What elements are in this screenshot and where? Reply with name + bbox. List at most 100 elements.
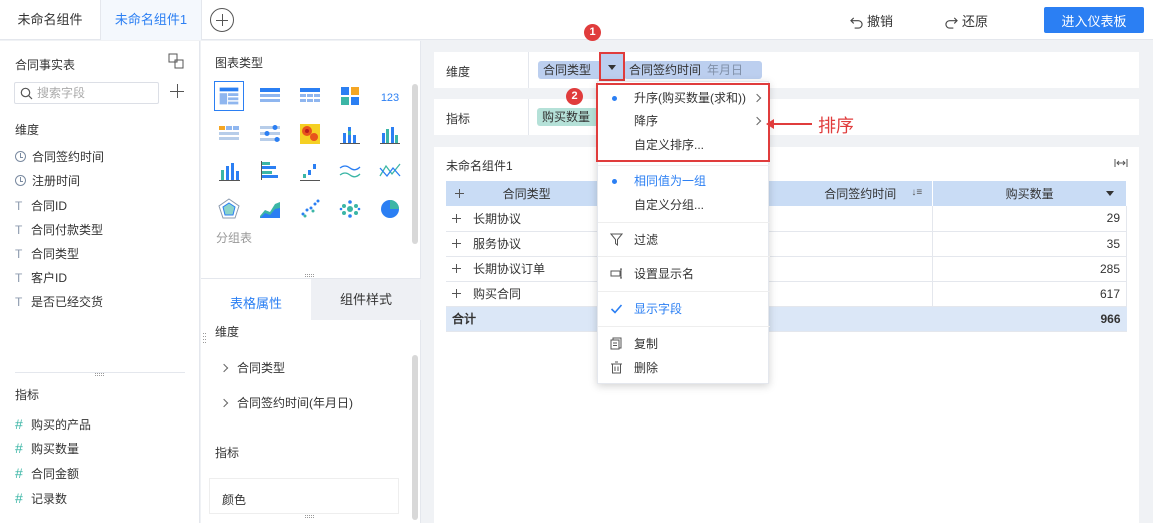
indicator-field[interactable]: # 购买的产品: [15, 414, 91, 434]
chart-type-scrollbar[interactable]: [412, 84, 418, 244]
polyline-chart-icon[interactable]: [375, 156, 405, 186]
copy-icon: [610, 337, 622, 350]
enter-dashboard-button[interactable]: 进入仪表板: [1044, 7, 1144, 33]
grouped-table-icon[interactable]: [214, 81, 244, 111]
menu-item-show-field[interactable]: 显示字段: [598, 297, 770, 321]
expand-row-icon[interactable]: [452, 264, 461, 273]
zone-separator: [528, 99, 529, 135]
switch-table-icon[interactable]: [168, 53, 184, 69]
area-chart-icon[interactable]: [255, 194, 285, 224]
detail-table-icon[interactable]: [255, 81, 285, 111]
menu-item-custom-group[interactable]: 自定义分组...: [598, 193, 770, 217]
expand-all-icon[interactable]: [455, 189, 464, 198]
stacked-bar-icon[interactable]: [335, 119, 365, 149]
bar-chart-icon[interactable]: [214, 156, 244, 186]
dimension-chip-sign-date[interactable]: 合同签约时间 年月日: [624, 61, 762, 79]
table-row: 购买合同 617: [446, 281, 1127, 307]
search-icon: [20, 87, 33, 100]
bubble-chart-icon[interactable]: [335, 194, 365, 224]
chart-type-panel: 图表类型 123 分组表 表格属性 组件样式 维度 合同类型 合同签约时间(年月…: [201, 41, 421, 523]
pie-chart-icon[interactable]: [375, 194, 405, 224]
color-setting-box[interactable]: 颜色: [209, 478, 399, 514]
dimension-drop-zone[interactable]: 维度 合同类型 合同签约时间 年月日: [434, 52, 1139, 88]
menu-item-delete[interactable]: 删除: [598, 356, 770, 380]
dimension-field[interactable]: 注册时间: [15, 171, 80, 191]
text-type-icon: T: [15, 295, 23, 309]
color-table-icon[interactable]: [335, 81, 365, 111]
resize-handle-icon[interactable]: [203, 333, 207, 345]
indicator-field[interactable]: # 合同金额: [15, 463, 79, 483]
undo-button[interactable]: 撤销: [850, 11, 893, 30]
property-scrollbar[interactable]: [412, 355, 418, 520]
dimension-field[interactable]: T 合同ID: [15, 196, 67, 216]
expand-width-icon[interactable]: [1114, 157, 1128, 169]
table-row: 服务协议 35: [446, 231, 1127, 257]
tab-component-0[interactable]: 未命名组件: [0, 0, 100, 40]
radar-chart-icon[interactable]: [214, 194, 244, 224]
field-search-input[interactable]: [37, 85, 155, 101]
indicator-drop-zone[interactable]: 指标 购买数量: [434, 99, 1139, 135]
cross-table-icon[interactable]: [295, 81, 325, 111]
dimension-field[interactable]: T 客户ID: [15, 268, 67, 288]
dimension-field[interactable]: T 合同付款类型: [15, 220, 103, 240]
tab-component-style[interactable]: 组件样式: [311, 279, 421, 320]
number-kpi-icon[interactable]: 123: [375, 81, 405, 111]
annotation-arrow-icon: [766, 119, 812, 129]
add-tab-icon[interactable]: [210, 8, 234, 32]
number-type-icon: #: [15, 416, 23, 432]
cell-type: 服务协议: [446, 231, 609, 257]
menu-item-same-value-group[interactable]: 相同值为一组: [598, 169, 770, 193]
progress-table-icon[interactable]: [255, 119, 285, 149]
indicator-section-label: 指标: [15, 388, 40, 402]
resize-handle-icon[interactable]: [95, 372, 105, 378]
table-name: 合同事实表: [15, 58, 76, 72]
dimension-field[interactable]: T 合同类型: [15, 244, 79, 264]
horizontal-bar-icon[interactable]: [255, 156, 285, 186]
filter-icon: [610, 233, 623, 246]
indicator-field[interactable]: # 购买数量: [15, 438, 79, 458]
prop-dimension-item[interactable]: 合同类型: [219, 359, 285, 376]
grouped-bar-icon[interactable]: [375, 119, 405, 149]
chart-group-label: 分组表: [216, 231, 253, 245]
dimension-chip-dropdown-arrow[interactable]: [599, 52, 625, 81]
header-contract-type[interactable]: 合同类型: [446, 181, 609, 206]
text-type-icon: T: [15, 199, 23, 213]
prop-dimension-label: 维度: [215, 325, 240, 339]
menu-item-copy[interactable]: 复制: [598, 332, 770, 356]
indicator-chip-purchase-qty[interactable]: 购买数量: [537, 108, 604, 126]
range-bar-icon[interactable]: [295, 156, 325, 186]
menu-separator: [598, 165, 770, 166]
selected-dot-icon: [612, 179, 617, 184]
text-table-icon[interactable]: [214, 119, 244, 149]
undo-label: 撤销: [867, 14, 894, 29]
tab-component-1[interactable]: 未命名组件1: [100, 0, 202, 40]
menu-separator: [598, 256, 770, 257]
component-title: 未命名组件1: [446, 159, 513, 173]
checkmark-icon: [610, 304, 623, 314]
line-chart-icon[interactable]: [335, 156, 365, 186]
resize-handle-icon[interactable]: [305, 514, 317, 520]
field-search-box: [14, 82, 159, 104]
tab-table-properties[interactable]: 表格属性: [201, 287, 311, 320]
cell-type: 购买合同: [446, 281, 609, 307]
add-field-icon[interactable]: [170, 84, 184, 98]
expand-row-icon[interactable]: [452, 289, 461, 298]
table-row: 长期协议订单 285: [446, 256, 1127, 282]
number-type-icon: #: [15, 440, 23, 456]
expand-row-icon[interactable]: [452, 213, 461, 223]
redo-button[interactable]: 还原: [945, 11, 988, 30]
table-header-row: 合同类型 合同签约时间 ↓≡ 购买数量: [446, 181, 1127, 206]
dimension-field[interactable]: 合同签约时间: [15, 147, 104, 167]
indicator-field[interactable]: # 记录数: [15, 488, 67, 508]
prop-dimension-item[interactable]: 合同签约时间(年月日): [219, 394, 353, 411]
expand-row-icon[interactable]: [452, 239, 461, 248]
dimension-field[interactable]: T 是否已经交货: [15, 292, 103, 312]
dropdown-arrow-icon[interactable]: [1106, 191, 1114, 196]
heatmap-icon[interactable]: [295, 119, 325, 149]
header-purchase-qty[interactable]: 购买数量: [932, 181, 1127, 206]
sort-icon[interactable]: ↓≡: [911, 187, 922, 198]
menu-item-set-display-name[interactable]: 设置显示名: [598, 262, 770, 286]
menu-item-filter[interactable]: 过滤: [598, 228, 770, 252]
text-type-icon: T: [15, 223, 23, 237]
scatter-chart-icon[interactable]: [295, 194, 325, 224]
